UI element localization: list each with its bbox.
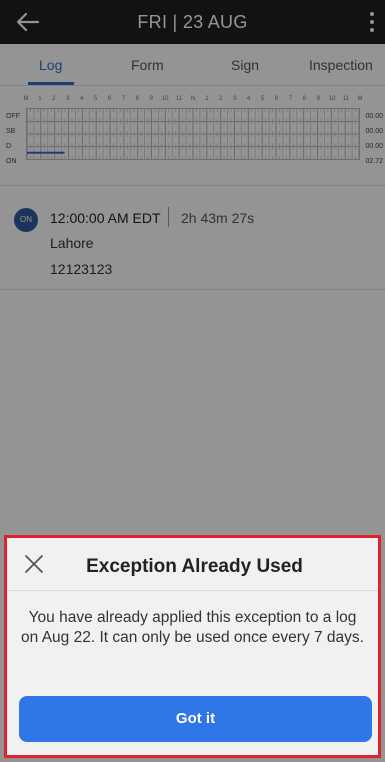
dialog-title: Exception Already Used xyxy=(86,556,303,577)
exception-dialog: Exception Already Used You have already … xyxy=(4,535,381,758)
dialog-message: You have already applied this exception … xyxy=(21,609,364,646)
got-it-button[interactable]: Got it xyxy=(19,696,372,742)
dialog-divider xyxy=(7,590,378,591)
